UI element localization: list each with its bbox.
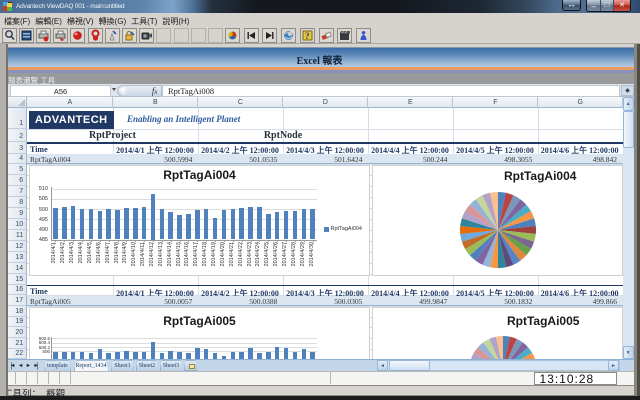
svg-text:?: ? bbox=[305, 31, 310, 41]
